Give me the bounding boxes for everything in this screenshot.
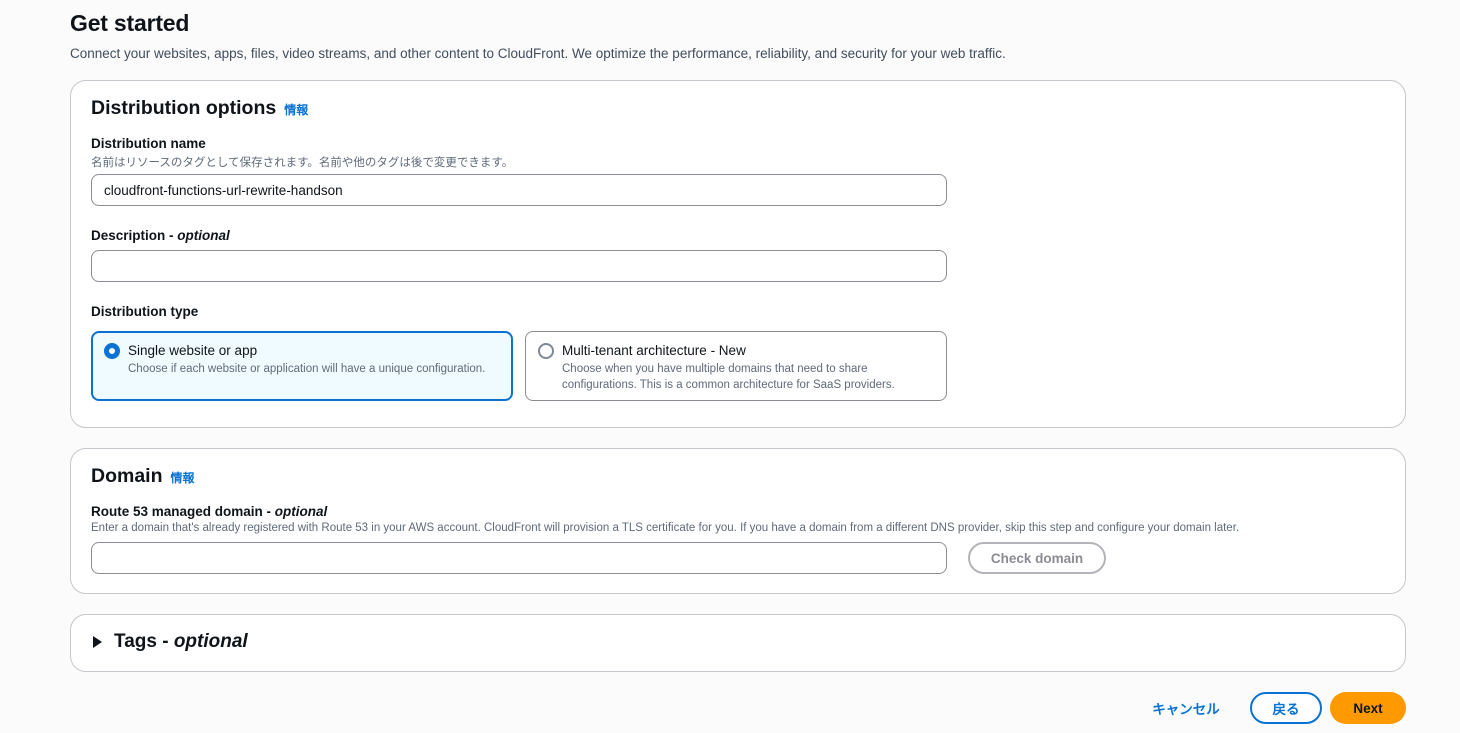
distribution-name-label: Distribution name [91,136,206,151]
tags-panel: Tags - optional [70,614,1406,672]
multi-tenant-title: Multi-tenant architecture - New [562,343,746,358]
description-optional-text: optional [177,228,230,243]
back-button[interactable]: 戻る [1250,692,1322,724]
tags-optional-text: optional [173,631,248,652]
tags-expand-toggle[interactable]: Tags - optional [93,631,248,653]
next-button[interactable]: Next [1330,692,1406,724]
distribution-options-title: Distribution options [91,97,277,119]
description-label-text: Description - [91,228,178,243]
single-website-title: Single website or app [128,343,258,358]
description-input[interactable] [91,250,947,282]
distribution-type-label: Distribution type [91,304,199,319]
radio-selected-icon[interactable] [104,343,120,359]
route53-domain-input[interactable] [91,542,947,574]
distribution-type-multi-tenant-tile[interactable]: Multi-tenant architecture - New Choose w… [525,331,947,401]
tags-title: Tags - optional [114,631,248,653]
route53-domain-description: Enter a domain that's already registered… [91,522,1240,534]
domain-title: Domain [91,465,163,487]
distribution-options-header: Distribution options 情報 [91,97,308,120]
page-title: Get started [70,10,190,36]
distribution-type-single-website-tile[interactable]: Single website or app Choose if each web… [91,331,513,401]
radio-unselected-icon[interactable] [538,343,554,359]
distribution-options-panel: Distribution options 情報 Distribution nam… [70,80,1406,428]
distribution-name-input[interactable] [91,174,947,206]
caret-right-icon [93,636,102,648]
multi-tenant-description: Choose when you have multiple domains th… [562,363,895,391]
check-domain-button[interactable]: Check domain [968,542,1106,574]
route53-domain-label-text: Route 53 managed domain - [91,504,275,519]
page-subtitle: Connect your websites, apps, files, vide… [70,46,1006,61]
domain-header: Domain 情報 [91,465,195,488]
cancel-button[interactable]: キャンセル [1140,692,1232,724]
tags-title-text: Tags - [114,631,174,652]
distribution-options-info-link[interactable]: 情報 [284,101,308,118]
description-label: Description - optional [91,228,230,243]
single-website-description: Choose if each website or application wi… [128,363,486,375]
distribution-name-description: 名前はリソースのタグとして保存されます。名前や他のタグは後で変更できます。 [91,157,514,169]
domain-info-link[interactable]: 情報 [171,469,195,486]
route53-optional-text: optional [274,504,328,519]
domain-panel: Domain 情報 Route 53 managed domain - opti… [70,448,1406,594]
page: Get started Connect your websites, apps,… [0,0,1460,733]
route53-domain-label: Route 53 managed domain - optional [91,504,327,519]
